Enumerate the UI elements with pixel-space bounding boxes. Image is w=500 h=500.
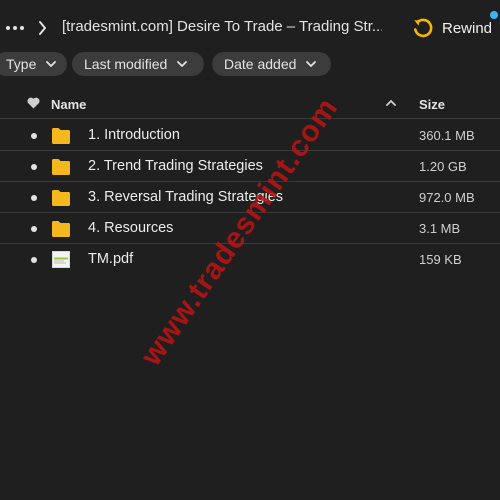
date-added-filter-label: Date added xyxy=(224,56,297,72)
file-size: 1.20 GB xyxy=(419,159,467,174)
pdf-file-icon xyxy=(52,251,70,268)
folder-icon xyxy=(52,190,70,206)
rewind-label: Rewind xyxy=(442,19,493,37)
table-header: Name Size xyxy=(0,91,500,119)
file-name: TM.pdf xyxy=(88,251,134,267)
row-bullet xyxy=(31,195,37,201)
row-bullet xyxy=(31,133,37,139)
more-options-icon[interactable] xyxy=(6,18,24,38)
last-modified-filter-label: Last modified xyxy=(84,56,168,72)
chevron-right-icon xyxy=(39,21,46,35)
file-name: 1. Introduction xyxy=(88,127,180,143)
file-name: 2. Trend Trading Strategies xyxy=(88,158,263,174)
row-bullet xyxy=(31,226,37,232)
file-name: 3. Reversal Trading Strategies xyxy=(88,189,284,205)
table-row[interactable]: TM.pdf 159 KB xyxy=(0,244,500,275)
notification-dot xyxy=(490,11,498,19)
breadcrumb[interactable]: [tradesmint.com] Desire To Trade – Tradi… xyxy=(62,18,382,35)
table-row[interactable]: 2. Trend Trading Strategies 1.20 GB xyxy=(0,151,500,182)
row-bullet xyxy=(31,164,37,170)
rewind-icon xyxy=(414,18,433,38)
table-row[interactable]: 3. Reversal Trading Strategies 972.0 MB xyxy=(0,182,500,213)
chevron-down-icon xyxy=(306,61,317,67)
folder-icon xyxy=(52,159,70,175)
name-column-header[interactable]: Name xyxy=(51,97,86,112)
filter-chips: Type Last modified Date added xyxy=(0,52,500,76)
file-name: 4. Resources xyxy=(88,220,174,236)
table-row[interactable]: 1. Introduction 360.1 MB xyxy=(0,120,500,151)
last-modified-filter-chip[interactable]: Last modified xyxy=(72,52,204,76)
row-bullet xyxy=(31,257,37,263)
type-filter-label: Type xyxy=(6,56,37,72)
heart-icon[interactable] xyxy=(27,97,40,109)
chevron-down-icon xyxy=(177,61,188,67)
file-size: 159 KB xyxy=(419,252,462,267)
table-row[interactable]: 4. Resources 3.1 MB xyxy=(0,213,500,244)
date-added-filter-chip[interactable]: Date added xyxy=(212,52,331,76)
type-filter-chip[interactable]: Type xyxy=(0,52,67,76)
sort-ascending-icon[interactable] xyxy=(386,99,396,106)
folder-icon xyxy=(52,128,70,144)
file-size: 972.0 MB xyxy=(419,190,475,205)
chevron-down-icon xyxy=(46,61,57,67)
rewind-button[interactable]: Rewind xyxy=(412,14,492,42)
file-size: 360.1 MB xyxy=(419,128,475,143)
size-column-header[interactable]: Size xyxy=(419,97,445,112)
file-size: 3.1 MB xyxy=(419,221,461,236)
folder-icon xyxy=(52,221,70,237)
top-bar: [tradesmint.com] Desire To Trade – Tradi… xyxy=(0,0,500,56)
